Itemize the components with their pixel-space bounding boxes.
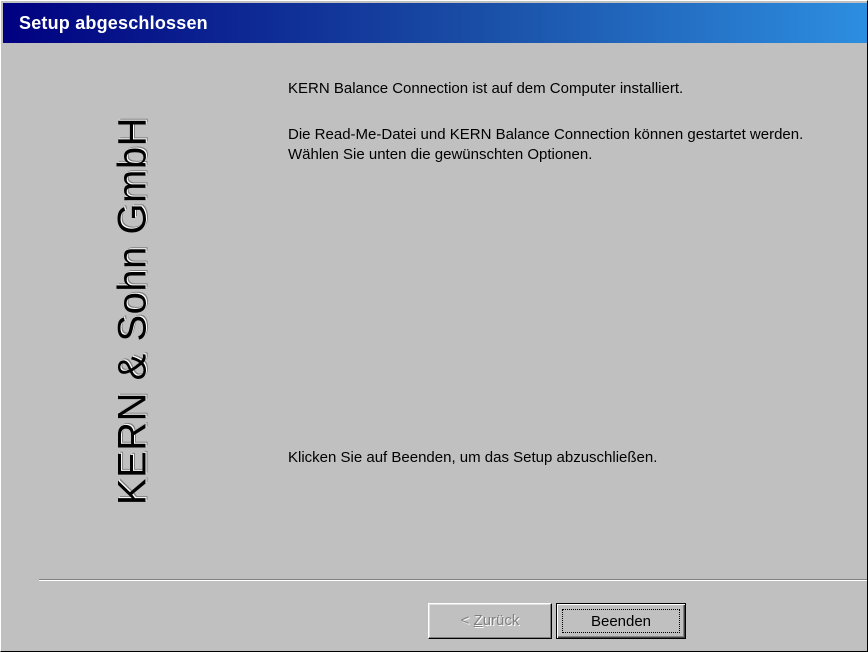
installed-message: KERN Balance Connection ist auf dem Comp… [288, 80, 684, 97]
back-button-label-rest: urück [482, 612, 520, 629]
back-button[interactable]: < Zurück [428, 603, 552, 639]
finish-hint-message: Klicken Sie auf Beenden, um das Setup ab… [288, 449, 658, 466]
readme-message: Die Read-Me-Datei und KERN Balance Conne… [288, 126, 804, 163]
finish-button-label: Beenden [590, 613, 652, 630]
company-logo-vertical: KERN & Sohn GmbH [110, 116, 155, 506]
setup-dialog-window: Setup abgeschlossen KERN & Sohn GmbH KER… [0, 0, 868, 652]
finish-button[interactable]: Beenden [556, 603, 686, 639]
button-area-divider [39, 579, 867, 581]
back-button-prefix: < [460, 612, 474, 629]
finish-button-focus-rect: Beenden [562, 609, 680, 633]
window-title: Setup abgeschlossen [19, 13, 208, 33]
back-button-mnemonic: Z [473, 612, 483, 629]
title-bar[interactable]: Setup abgeschlossen [3, 3, 867, 43]
